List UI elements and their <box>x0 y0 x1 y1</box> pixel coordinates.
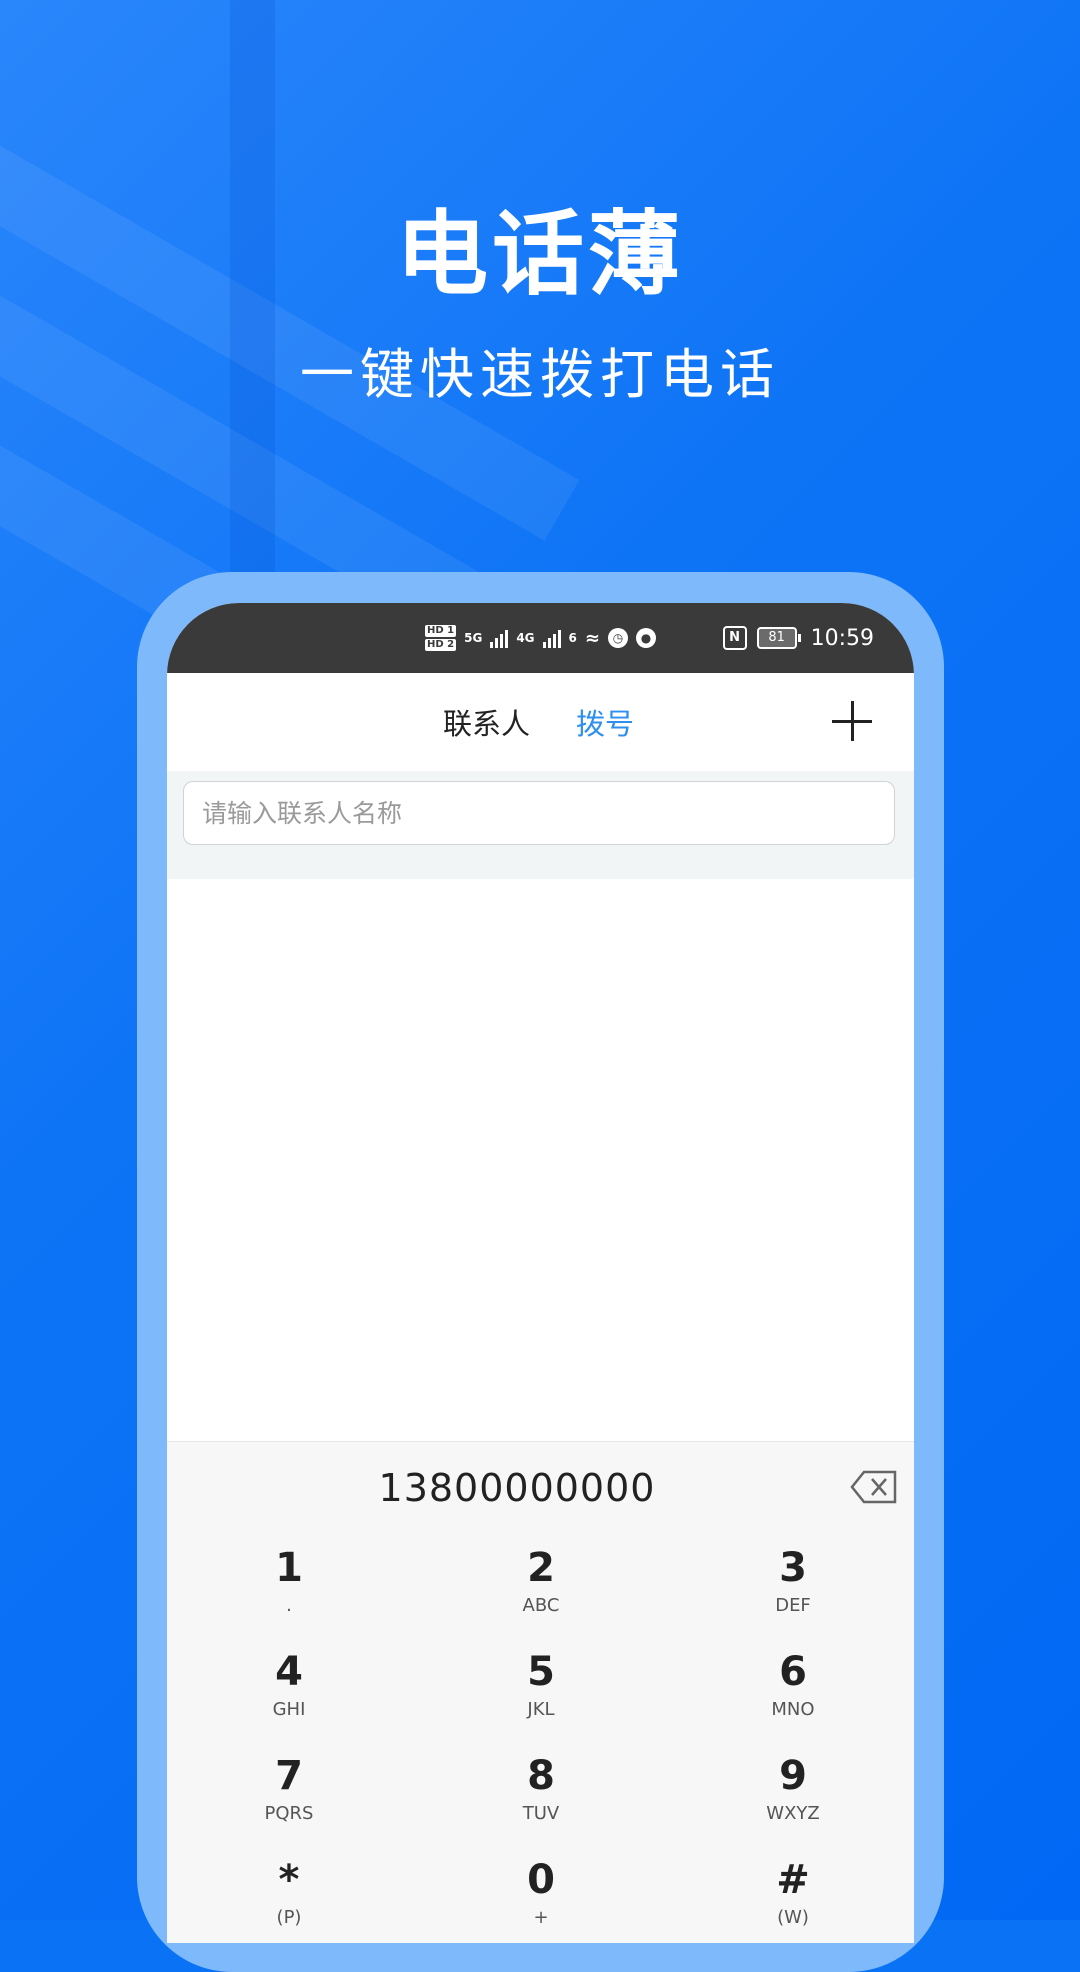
dial-key-star[interactable]: * (P) <box>189 1854 389 1943</box>
wechat-icon: ● <box>635 628 656 648</box>
add-contact-icon[interactable] <box>830 699 874 743</box>
dial-key-9[interactable]: 9 WXYZ <box>693 1750 893 1846</box>
backspace-icon[interactable] <box>850 1470 898 1504</box>
dial-key-5[interactable]: 5 JKL <box>441 1646 641 1742</box>
status-left-icons: HD 1 HD 2 5G 4G 6 ≈ ◷ ● <box>425 623 656 653</box>
network-4g-label: 4G <box>516 631 535 645</box>
status-right-icons: N 81 10:59 <box>722 621 874 655</box>
dial-key-7[interactable]: 7 PQRS <box>189 1750 389 1846</box>
status-time: 10:59 <box>810 625 874 651</box>
dial-key-1[interactable]: 1 . <box>189 1542 389 1638</box>
hd1-label: HD 1 <box>425 625 457 637</box>
dial-key-8[interactable]: 8 TUV <box>441 1750 641 1846</box>
top-navigation: 联系人 拨号 <box>167 673 914 771</box>
key-letters: ABC <box>522 1595 560 1616</box>
status-bar: HD 1 HD 2 5G 4G 6 ≈ ◷ ● N 81 10:59 <box>167 603 914 673</box>
tab-dial[interactable]: 拨号 <box>576 701 634 743</box>
key-letters: + <box>533 1907 549 1928</box>
key-letters: PQRS <box>264 1803 314 1824</box>
key-digit: 1 <box>275 1545 303 1591</box>
key-letters: DEF <box>775 1595 811 1616</box>
dial-key-hash[interactable]: # (W) <box>693 1854 893 1943</box>
key-letters: (P) <box>276 1907 302 1928</box>
network-5g-label: 5G <box>464 631 483 645</box>
dial-key-4[interactable]: 4 GHI <box>189 1646 389 1742</box>
key-letters: GHI <box>272 1699 306 1720</box>
key-letters: MNO <box>771 1699 815 1720</box>
dial-key-6[interactable]: 6 MNO <box>693 1646 893 1742</box>
hd-icon: HD 1 HD 2 <box>425 625 457 651</box>
nfc-icon: N <box>722 626 747 650</box>
key-digit: 5 <box>527 1649 555 1695</box>
signal-icon <box>490 628 509 648</box>
search-area <box>167 771 914 879</box>
key-digit: 0 <box>527 1857 555 1903</box>
battery-icon: 81 <box>756 627 801 649</box>
dial-key-0[interactable]: 0 + <box>441 1854 641 1943</box>
key-letters: WXYZ <box>766 1803 820 1824</box>
wifi-icon: ≈ <box>584 627 600 649</box>
key-digit: 7 <box>275 1753 303 1799</box>
key-digit: 4 <box>275 1649 303 1695</box>
dial-key-3[interactable]: 3 DEF <box>693 1542 893 1638</box>
key-digit: 2 <box>527 1545 555 1591</box>
key-letters: TUV <box>522 1803 560 1824</box>
hero-subtitle: 一键快速拨打电话 <box>300 343 780 406</box>
key-digit: 3 <box>779 1545 807 1591</box>
clock-icon: ◷ <box>607 628 628 648</box>
key-digit: 8 <box>527 1753 555 1799</box>
signal-icon <box>542 628 561 648</box>
dialpad: 13800000000 1 . 2 ABC 3 DEF 4 GHI 5 JKL … <box>167 1441 914 1943</box>
key-letters: JKL <box>527 1699 555 1720</box>
battery-level: 81 <box>756 627 797 649</box>
hd2-label: HD 2 <box>425 639 457 651</box>
key-digit: # <box>776 1857 810 1903</box>
wifi-tag: 6 <box>568 631 577 645</box>
dialed-number: 13800000000 <box>378 1466 656 1510</box>
contact-list <box>167 879 914 1444</box>
dial-key-2[interactable]: 2 ABC <box>441 1542 641 1638</box>
hero-title: 电话薄 <box>395 201 684 308</box>
tab-contacts[interactable]: 联系人 <box>443 701 530 743</box>
search-input[interactable] <box>183 781 895 845</box>
key-digit: 6 <box>779 1649 807 1695</box>
key-digit: * <box>278 1857 300 1903</box>
key-letters: (W) <box>777 1907 809 1928</box>
key-letters: . <box>286 1595 292 1616</box>
key-digit: 9 <box>779 1753 807 1799</box>
phone-screen: HD 1 HD 2 5G 4G 6 ≈ ◷ ● N 81 10:59 联系人 拨… <box>167 603 914 1943</box>
